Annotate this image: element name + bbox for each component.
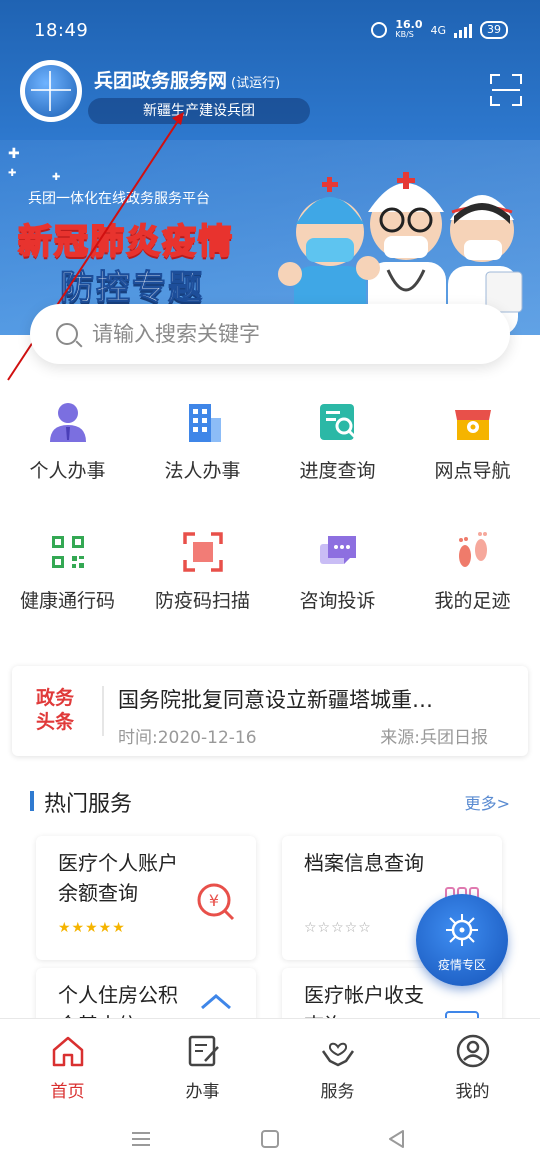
home-square-icon[interactable] [259, 1128, 281, 1150]
scan-icon[interactable] [488, 72, 524, 108]
banner-platform: 兵团一体化在线政务服务平台 [28, 191, 210, 207]
hot-services-header: 热门服务 更多> [30, 786, 510, 817]
sparkle-icon: ✚ [8, 146, 20, 162]
tab-label: 服务 [320, 1082, 355, 1102]
bottom-tab-bar: 首页 办事 服务 我的 [0, 1018, 540, 1110]
section-bar [30, 791, 34, 811]
site-subtitle: 新疆生产建设兵团 [88, 98, 310, 124]
tab-label: 首页 [50, 1082, 85, 1102]
network-speed: 16.0 KB/S [395, 18, 423, 39]
card-rating: ★★★★★ [58, 920, 126, 936]
sparkle-icon: ✚ [8, 168, 17, 179]
logo [20, 60, 82, 122]
status-time: 18:49 [34, 20, 89, 41]
back-icon[interactable] [386, 1128, 408, 1150]
service-progress[interactable]: 进度查询 [270, 392, 405, 492]
footprint-icon [458, 532, 487, 567]
network-type: 4G [430, 23, 446, 37]
service-health-code[interactable]: 健康通行码 [0, 522, 135, 622]
edit-doc-icon [188, 1035, 219, 1067]
alarm-icon [371, 22, 388, 38]
service-label: 法人办事 [164, 460, 241, 482]
news-source: 来源:兵团日报 [380, 728, 488, 748]
store-location-icon [454, 410, 491, 440]
epidemic-zone-button[interactable]: 疫情专区 [416, 894, 508, 986]
menu-icon[interactable] [130, 1128, 152, 1150]
sparkle-icon: ✚ [52, 172, 61, 183]
battery-icon: 39 [480, 21, 508, 39]
banner-title-line2[interactable]: 防控专题 [60, 260, 204, 309]
news-divider [102, 686, 104, 736]
service-consult[interactable]: 咨询投诉 [270, 522, 405, 622]
service-outlet-nav[interactable]: 网点导航 [405, 392, 540, 492]
service-label: 个人办事 [29, 460, 106, 482]
signal-icon [454, 22, 472, 38]
site-title-note: (试运行) [231, 76, 281, 91]
service-footprint[interactable]: 我的足迹 [405, 522, 540, 622]
service-label: 咨询投诉 [299, 590, 376, 612]
tab-label: 办事 [185, 1082, 220, 1102]
service-corporate[interactable]: 法人办事 [135, 392, 270, 492]
tab-home[interactable]: 首页 [0, 1019, 135, 1111]
profile-icon [456, 1034, 489, 1068]
hot-card-medical-balance[interactable]: 医疗个人账户余额查询 ★★★★★ ¥ [36, 836, 256, 960]
tab-label: 我的 [455, 1082, 490, 1102]
news-tag: 政务 头条 [36, 687, 75, 733]
virus-icon [446, 914, 478, 946]
chat-icon [319, 536, 356, 564]
epidemic-zone-label: 疫情专区 [437, 958, 486, 972]
site-title: 兵团政务服务网 (试运行) [94, 70, 281, 92]
service-epidemic-scan[interactable]: 防疫码扫描 [135, 522, 270, 622]
card-rating: ☆☆☆☆☆ [304, 920, 372, 936]
system-nav-bar [0, 1110, 540, 1170]
status-bar: 18:49 16.0 KB/S 4G 39 [0, 0, 540, 64]
search-bar[interactable] [30, 304, 510, 364]
hero-header: 18:49 16.0 KB/S 4G 39 兵团政务服务网 (试运行) 新疆生产建… [0, 0, 540, 335]
more-link[interactable]: 更多> [465, 790, 510, 814]
service-label: 健康通行码 [19, 590, 115, 612]
card-title: 档案信息查询 [304, 851, 424, 875]
search-icon [56, 323, 78, 345]
tab-services[interactable]: 服务 [270, 1019, 405, 1111]
hands-heart-icon [321, 1042, 354, 1067]
qr-code-icon [51, 536, 84, 568]
service-label: 进度查询 [299, 460, 376, 482]
hot-services-title: 热门服务 [44, 792, 133, 817]
card-title: 医疗个人账户余额查询 [58, 851, 178, 905]
news-headline[interactable]: 国务院批复同意设立新疆塔城重… [118, 684, 512, 714]
tab-affairs[interactable]: 办事 [135, 1019, 270, 1111]
service-label: 网点导航 [434, 460, 511, 482]
status-icons: 16.0 KB/S 4G 39 [371, 18, 508, 40]
service-personal[interactable]: 个人办事 [0, 392, 135, 492]
scan-frame-icon [182, 532, 223, 572]
person-icon [49, 403, 86, 442]
tab-mine[interactable]: 我的 [405, 1019, 540, 1111]
building-icon [188, 404, 221, 442]
service-label: 我的足迹 [434, 590, 511, 612]
service-label: 防疫码扫描 [154, 590, 250, 612]
yuan-search-icon: ¥ [197, 883, 235, 921]
svg-text:¥: ¥ [209, 891, 219, 910]
banner-title-line1[interactable]: 新冠肺炎疫情 [17, 214, 234, 263]
search-input[interactable] [92, 322, 472, 346]
home-icon [52, 1036, 83, 1067]
news-card[interactable]: 政务 头条 国务院批复同意设立新疆塔城重… 时间:2020-12-16 来源:兵… [12, 666, 528, 756]
progress-search-icon [319, 404, 356, 440]
news-time: 时间:2020-12-16 [118, 728, 257, 748]
